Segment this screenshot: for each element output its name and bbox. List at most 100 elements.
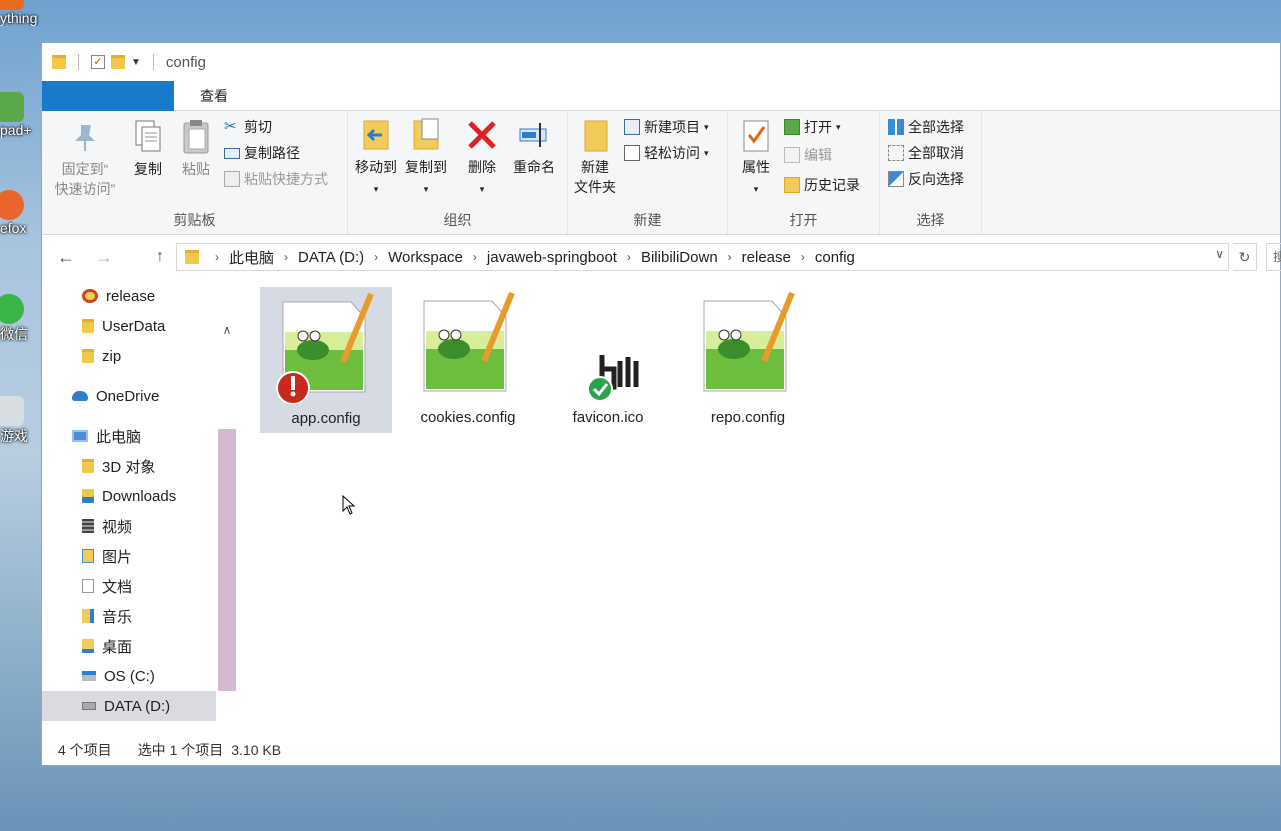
breadcrumb-item[interactable]: config <box>815 249 855 266</box>
nav-item-this-pc[interactable]: 此电脑 <box>42 421 216 451</box>
nav-item-music[interactable]: 音乐 <box>42 601 216 631</box>
invert-selection-button[interactable]: 反向选择 <box>888 169 964 189</box>
copy-to-label: 复制到 <box>405 159 447 175</box>
chevron-right-icon[interactable]: › <box>627 250 631 264</box>
nav-item-3d-objects[interactable]: 3D 对象 <box>42 451 216 481</box>
navpane-scrollbar[interactable] <box>218 429 236 691</box>
new-item-label: 新建项目 <box>644 119 700 135</box>
desktop-icon-label: ything <box>0 10 38 26</box>
nav-item-videos[interactable]: 视频 <box>42 511 216 541</box>
computer-icon <box>72 430 88 442</box>
nav-item-label: UserData <box>102 317 166 335</box>
tab-view[interactable]: 查看 <box>180 81 248 110</box>
chevron-right-icon[interactable]: › <box>215 250 219 264</box>
chevron-right-icon[interactable]: › <box>801 250 805 264</box>
nav-item-label: DATA (D:) <box>104 697 171 715</box>
drive-icon <box>82 702 96 710</box>
select-all-icon <box>888 119 904 135</box>
history-button[interactable]: 历史记录 <box>784 175 860 195</box>
select-none-button[interactable]: 全部取消 <box>888 143 964 163</box>
firefox-icon <box>0 190 24 220</box>
chevron-right-icon[interactable]: › <box>374 250 378 264</box>
properties-quick-icon[interactable]: ✓ <box>91 55 105 69</box>
nav-item-userdata[interactable]: UserData <box>42 311 216 341</box>
folder-icon <box>82 349 94 363</box>
file-list: app.config cookies.config favicon.ico re… <box>252 279 1280 739</box>
forward-arrow-icon[interactable]: → <box>86 247 122 268</box>
back-arrow-icon[interactable]: ← <box>48 247 84 268</box>
rename-button[interactable]: 重命名 <box>506 117 562 177</box>
open-button[interactable]: 打开 ▾ <box>784 117 841 137</box>
desktop-icon-wechat[interactable]: 微信 <box>0 294 42 344</box>
desktop-icon-firefox[interactable]: efox <box>0 190 42 236</box>
new-folder-button[interactable]: 新建 文件夹 <box>570 117 620 197</box>
folder-icon <box>82 319 94 333</box>
easy-access-button[interactable]: 轻松访问 ▾ <box>624 143 709 163</box>
breadcrumb-item[interactable]: Workspace <box>388 249 463 266</box>
refresh-icon[interactable]: ↻ <box>1233 243 1257 271</box>
nav-item-documents[interactable]: 文档 <box>42 571 216 601</box>
copy-to-button[interactable]: 复制到 ▾ <box>402 117 450 199</box>
breadcrumb-item[interactable]: BilibiliDown <box>641 249 718 266</box>
paste-shortcut-button[interactable]: 粘贴快捷方式 <box>224 169 328 189</box>
delete-button[interactable]: 删除 ▾ <box>462 117 502 199</box>
navigation-bar: ← → ↑ › 此电脑 › DATA (D:) › Workspace › ja… <box>42 237 1281 277</box>
copy-button[interactable]: 复制 <box>126 119 170 179</box>
nav-item-pictures[interactable]: 图片 <box>42 541 216 571</box>
paste-button[interactable]: 粘贴 <box>174 119 218 179</box>
nav-item-label: 桌面 <box>102 638 133 656</box>
breadcrumb-item[interactable]: javaweb-springboot <box>487 249 617 266</box>
cut-button[interactable]: ✂ 剪切 <box>224 117 272 137</box>
wechat-icon <box>0 294 24 324</box>
selection-size: 3.10 KB <box>231 742 282 758</box>
properties-button[interactable]: 属性 ▾ <box>734 117 778 199</box>
nav-item-os-c[interactable]: OS (C:) <box>42 661 216 691</box>
breadcrumb-item[interactable]: 此电脑 <box>229 247 274 268</box>
nav-item-label: OneDrive <box>96 387 160 405</box>
nav-item-desktop[interactable]: 桌面 <box>42 631 216 661</box>
downloads-icon <box>82 489 94 503</box>
pin-quick-access-button[interactable]: 固定到“ 快速访问” <box>48 119 122 199</box>
nav-item-onedrive[interactable]: OneDrive <box>42 381 216 411</box>
file-item-favicon-ico[interactable]: favicon.ico <box>542 287 674 433</box>
file-item-app-config[interactable]: app.config <box>260 287 392 433</box>
file-item-repo-config[interactable]: repo.config <box>682 287 814 433</box>
copy-path-button[interactable]: 复制路径 <box>224 143 300 163</box>
copy-path-label: 复制路径 <box>244 145 300 161</box>
properties-label: 属性 <box>742 159 770 175</box>
file-name: favicon.ico <box>572 409 644 426</box>
up-arrow-icon[interactable]: ↑ <box>142 248 178 266</box>
easy-access-label: 轻松访问 <box>644 145 700 161</box>
nav-item-downloads[interactable]: Downloads <box>42 481 216 511</box>
desktop-icon-notepadpp[interactable]: pad+ <box>0 92 42 138</box>
breadcrumb: › 此电脑 › DATA (D:) › Workspace › javaweb-… <box>205 247 855 268</box>
scroll-up-chevron-icon[interactable]: ∧ <box>218 323 236 337</box>
desktop-icon-game[interactable]: 游戏 <box>0 396 42 446</box>
status-bar: 4 个项目 选中 1 个项目 3.10 KB <box>42 735 1280 765</box>
desktop-icon <box>82 639 94 653</box>
ribbon-tabs: 文件 主页 共享 查看 <box>42 81 1280 227</box>
select-all-button[interactable]: 全部选择 <box>888 117 964 137</box>
desktop-icon-everything[interactable]: ything <box>0 0 42 26</box>
pin-label-2: 快速访问” <box>54 181 116 197</box>
edit-button[interactable]: 编辑 <box>784 145 832 165</box>
search-box[interactable]: 搜 <box>1266 243 1281 271</box>
address-history-dropdown-icon[interactable]: ∨ <box>1215 247 1224 261</box>
new-folder-quick-icon[interactable] <box>111 55 125 69</box>
chevron-right-icon[interactable]: › <box>473 250 477 264</box>
new-item-button[interactable]: 新建项目 ▾ <box>624 117 709 137</box>
breadcrumb-item[interactable]: DATA (D:) <box>298 249 364 266</box>
nav-item-zip[interactable]: zip <box>42 341 216 371</box>
nav-item-release[interactable]: release <box>42 281 216 311</box>
dropdown-icon: ▾ <box>753 184 759 194</box>
chevron-right-icon[interactable]: › <box>728 250 732 264</box>
nav-item-data-d[interactable]: DATA (D:) <box>42 691 216 721</box>
dropdown-icon: ▾ <box>704 121 709 132</box>
quick-access-dropdown-icon[interactable]: ▼ <box>131 57 141 68</box>
file-item-cookies-config[interactable]: cookies.config <box>402 287 534 433</box>
address-bar[interactable]: › 此电脑 › DATA (D:) › Workspace › javaweb-… <box>176 243 1229 271</box>
copy-to-icon <box>413 118 439 150</box>
breadcrumb-item[interactable]: release <box>742 249 791 266</box>
move-to-button[interactable]: 移动到 ▾ <box>352 117 400 199</box>
chevron-right-icon[interactable]: › <box>284 250 288 264</box>
